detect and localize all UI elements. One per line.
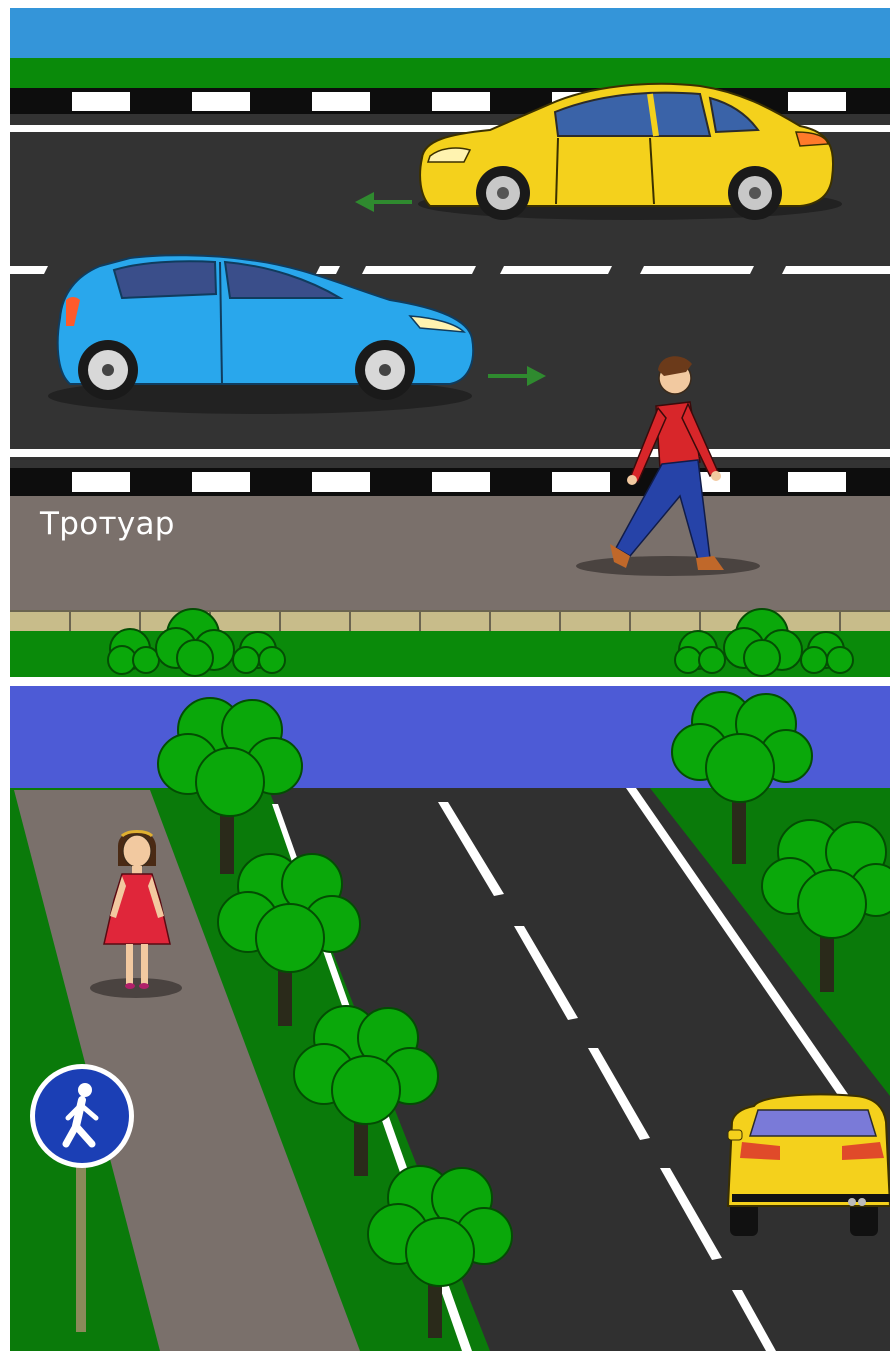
sidewalk-label: Тротуар xyxy=(40,506,175,542)
bottom-scene xyxy=(10,686,890,1351)
top-scene: Тротуар xyxy=(10,8,890,677)
road-edge-line-bottom xyxy=(10,449,890,457)
curb-bottom xyxy=(10,468,890,496)
sky xyxy=(10,8,890,60)
grass-strip-top xyxy=(10,58,890,90)
